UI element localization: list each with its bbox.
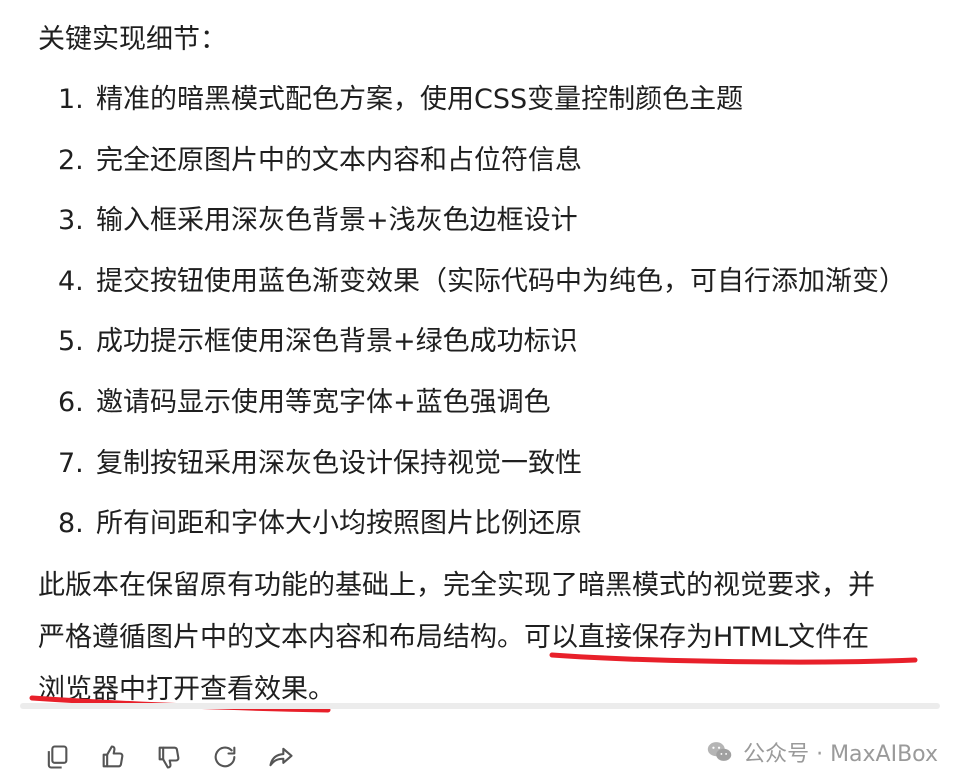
section-heading: 关键实现细节： [38,24,227,55]
paragraph-line: 此版本在保留原有功能的基础上，完全实现了暗黑模式的视觉要求，并 [38,570,875,601]
thumbs-up-button[interactable] [96,740,130,774]
summary-paragraph: 此版本在保留原有功能的基础上，完全实现了暗黑模式的视觉要求，并 严格遵循图片中的… [38,560,938,716]
share-button[interactable] [264,740,298,774]
copy-button[interactable] [40,740,74,774]
list-text: 成功提示框使用深色背景+绿色成功标识 [96,326,578,358]
list-item: 6. 邀请码显示使用等宽字体+蓝色强调色 [58,383,906,444]
list-text: 完全还原图片中的文本内容和占位符信息 [96,144,582,176]
list-number: 5. [58,326,84,358]
list-number: 7. [58,447,84,479]
list-item: 4. 提交按钮使用蓝色渐变效果（实际代码中为纯色，可自行添加渐变） [58,262,906,323]
wechat-icon [707,742,732,761]
list-number: 4. [58,265,84,297]
list-item: 8. 所有间距和字体大小均按照图片比例还原 [58,504,906,565]
copy-icon [47,745,68,769]
horizontal-scrollbar[interactable] [20,703,940,709]
watermark-text: 公众号 · MaxAIBox [743,742,938,767]
refresh-icon [214,746,236,768]
list-text: 精准的暗黑模式配色方案，使用CSS变量控制颜色主题 [96,84,744,115]
regenerate-button[interactable] [208,740,242,774]
share-icon [269,747,293,767]
thumbs-up-icon [102,745,124,768]
paragraph-line: 严格遵循图片中的文本内容和布局结构。可以直接保存为HTML文件在 [38,622,870,653]
list-number: 1. [58,84,84,115]
list-text: 所有间距和字体大小均按照图片比例还原 [96,508,582,540]
thumbs-down-button[interactable] [152,740,186,774]
list-item: 7. 复制按钮采用深灰色设计保持视觉一致性 [58,444,906,505]
list-text: 邀请码显示使用等宽字体+蓝色强调色 [96,386,551,418]
list-number: 6. [58,386,84,418]
message-toolbar [40,740,298,774]
list-item: 3. 输入框采用深灰色背景+浅灰色边框设计 [58,201,906,262]
list-item: 5. 成功提示框使用深色背景+绿色成功标识 [58,322,906,383]
list-text: 输入框采用深灰色背景+浅灰色边框设计 [96,205,578,237]
list-text: 提交按钮使用蓝色渐变效果（实际代码中为纯色，可自行添加渐变） [96,265,906,297]
list-number: 2. [58,144,84,176]
list-item: 1. 精准的暗黑模式配色方案，使用CSS变量控制颜色主题 [58,80,906,141]
list-number: 8. [58,508,84,540]
list-number: 3. [58,205,84,237]
details-list: 1. 精准的暗黑模式配色方案，使用CSS变量控制颜色主题 2. 完全还原图片中的文本… [58,80,906,565]
list-item: 2. 完全还原图片中的文本内容和占位符信息 [58,141,906,202]
thumbs-down-icon [158,746,180,769]
list-text: 复制按钮采用深灰色设计保持视觉一致性 [96,447,582,479]
watermark: 公众号 · MaxAIBox [705,736,938,768]
